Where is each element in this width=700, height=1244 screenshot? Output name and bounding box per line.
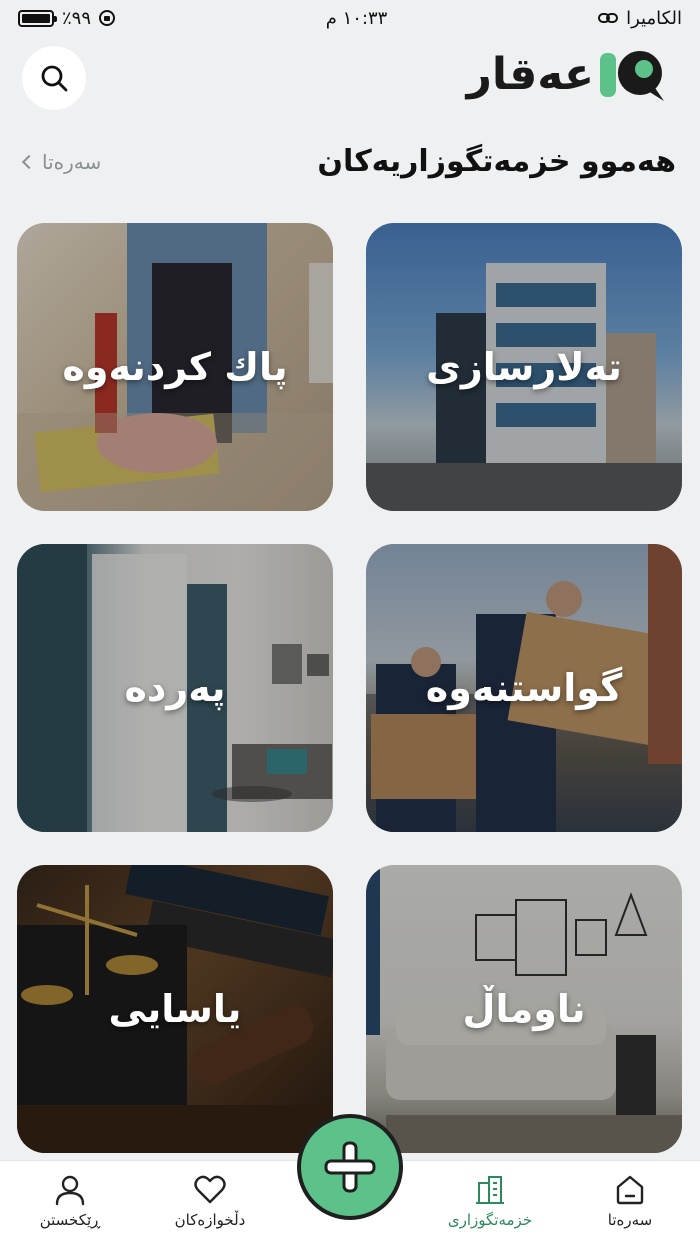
service-card-curtains[interactable]: پەردە — [17, 544, 333, 832]
user-icon — [55, 1175, 85, 1206]
card-label: یاسایی — [108, 987, 242, 1031]
back-to-home-link[interactable]: سەرەتا — [21, 150, 102, 174]
battery-percent: ٪٩٩ — [62, 7, 92, 29]
home-icon — [616, 1175, 644, 1205]
search-icon — [41, 65, 68, 92]
rotation-lock-icon — [99, 10, 116, 26]
service-card-cleaning[interactable]: پاك كردنەوە — [17, 223, 333, 511]
service-card-architecture[interactable]: تەلارسازی — [366, 223, 682, 511]
add-button[interactable] — [297, 1114, 403, 1220]
nav-home[interactable]: سەرەتا — [570, 1173, 690, 1229]
nav-favorites[interactable]: دڵخوازەکان — [150, 1173, 270, 1229]
link-icon — [598, 13, 619, 23]
service-card-legal[interactable]: یاسایی — [17, 865, 333, 1153]
nav-settings-label: ڕێکخستن — [39, 1211, 101, 1229]
back-label: سەرەتا — [42, 150, 102, 174]
status-right: الكاميرا — [598, 8, 682, 29]
nav-services-label: خزمەتگوزاری — [447, 1211, 533, 1229]
logo-mark-icon — [600, 51, 664, 101]
section-header: هەموو خزمەتگوزاریەکان سەرەتا — [0, 140, 700, 188]
clock: ١٠:٣٣ م — [325, 7, 388, 29]
nav-settings[interactable]: ڕێکخستن — [10, 1173, 130, 1229]
card-label: پەردە — [124, 666, 226, 710]
nav-services[interactable]: خزمەتگوزاری — [430, 1173, 550, 1229]
status-bar: ٪٩٩ ١٠:٣٣ م الكاميرا — [0, 0, 700, 36]
service-card-furniture[interactable]: ناوماڵ — [366, 865, 682, 1153]
nav-home-label: سەرەتا — [607, 1211, 653, 1229]
card-label: ناوماڵ — [462, 987, 586, 1031]
chevron-left-icon — [21, 154, 37, 170]
nav-favorites-label: دڵخوازەکان — [174, 1211, 246, 1229]
app-header: عەقار — [0, 44, 700, 112]
page-title: هەموو خزمەتگوزاریەکان — [317, 144, 676, 179]
card-label: گواستنەوە — [425, 666, 623, 710]
card-label: تەلارسازی — [426, 345, 622, 389]
battery-icon — [18, 9, 57, 27]
camera-label[interactable]: الكاميرا — [626, 8, 682, 29]
logo-text: عەقار — [466, 49, 595, 100]
heart-icon — [194, 1175, 226, 1204]
status-left: ٪٩٩ — [18, 7, 116, 29]
app-logo[interactable]: عەقار — [467, 44, 678, 106]
card-label: پاك كردنەوە — [62, 345, 288, 389]
search-button[interactable] — [22, 46, 86, 110]
plus-icon — [324, 1141, 376, 1193]
buildings-icon — [476, 1176, 504, 1204]
service-card-moving[interactable]: گواستنەوە — [366, 544, 682, 832]
